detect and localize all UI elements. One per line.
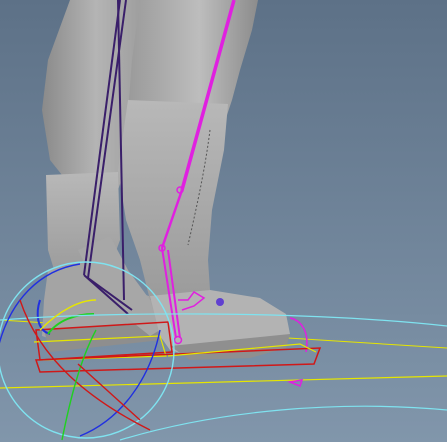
- viewport-canvas[interactable]: [0, 0, 447, 442]
- toe-joint-marker[interactable]: [216, 298, 224, 306]
- maya-3d-viewport[interactable]: [0, 0, 447, 442]
